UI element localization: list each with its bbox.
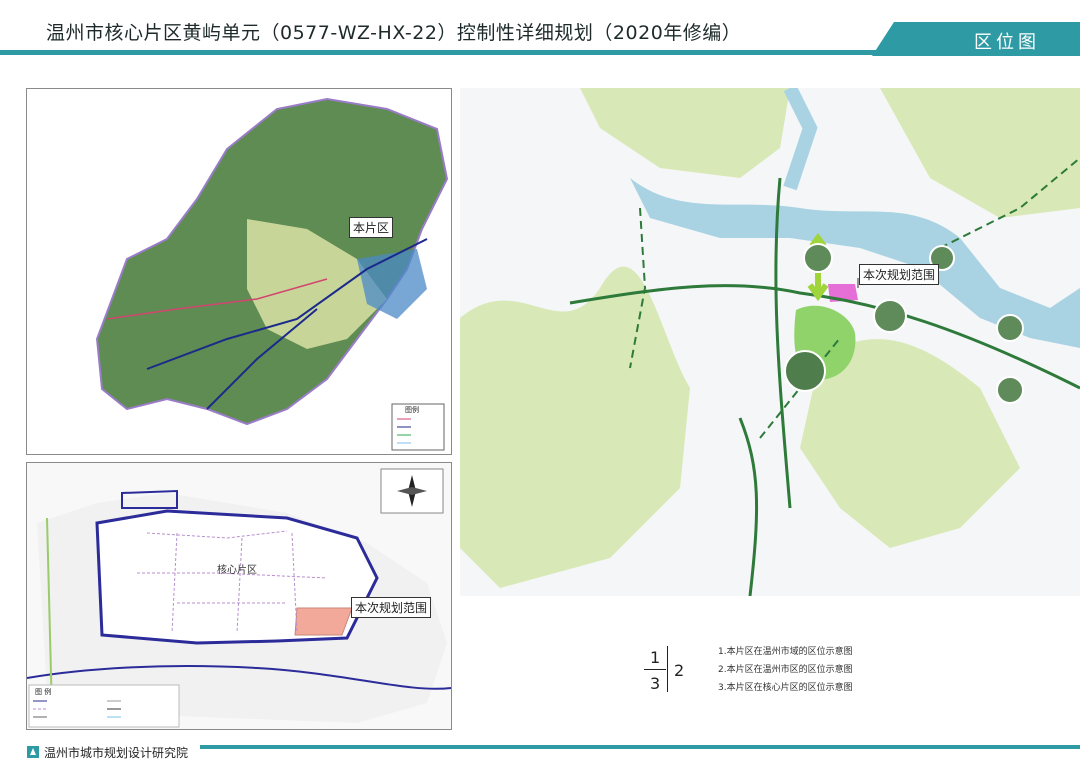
admin-center-photo xyxy=(803,243,833,273)
caption-2: 2.本片区在温州市区的区位示意图 xyxy=(718,665,853,675)
legend-inset-3 xyxy=(28,684,180,728)
map-city-region: 本片区 图例 xyxy=(26,88,452,455)
map-city-region-svg xyxy=(27,89,451,454)
map-urban-district-svg xyxy=(460,88,1080,596)
map-urban-district: 本次规划范围 xyxy=(460,88,1080,596)
page-title: 温州市核心片区黄屿单元（0577-WZ-HX-22）控制性详细规划（2020年修… xyxy=(46,22,742,44)
core-district-label: 核心片区 xyxy=(217,565,257,576)
footer-rule xyxy=(200,745,1080,749)
legend-title: 图例 xyxy=(405,406,419,414)
index-side: 2 xyxy=(674,661,685,680)
region-callout: 本片区 xyxy=(349,217,394,238)
plan-area-callout-3: 本次规划范围 xyxy=(351,597,432,618)
legend-title-3: 图 例 xyxy=(35,688,52,696)
caption-3: 3.本片区在核心片区的区位示意图 xyxy=(718,683,853,693)
index-bottom: 3 xyxy=(650,674,661,693)
page-header: 温州市核心片区黄屿单元（0577-WZ-HX-22）控制性详细规划（2020年修… xyxy=(0,0,1080,58)
org-logo-icon xyxy=(27,746,39,758)
index-vline xyxy=(667,646,668,692)
footer-org: 温州市城市规划设计研究院 xyxy=(44,746,189,760)
index-hline xyxy=(644,669,666,670)
plan-area-pink xyxy=(294,607,353,636)
section-tag: 区位图 xyxy=(974,32,1040,53)
map-core-district: 核心片区 本次规划范围 图 例 xyxy=(26,462,452,730)
index-top: 1 xyxy=(650,648,661,667)
header-rule xyxy=(0,50,895,55)
map-core-district-svg xyxy=(27,463,451,729)
caption-1: 1.本片区在温州市域的区位示意图 xyxy=(718,647,853,657)
plan-area-callout: 本次规划范围 xyxy=(859,264,940,285)
